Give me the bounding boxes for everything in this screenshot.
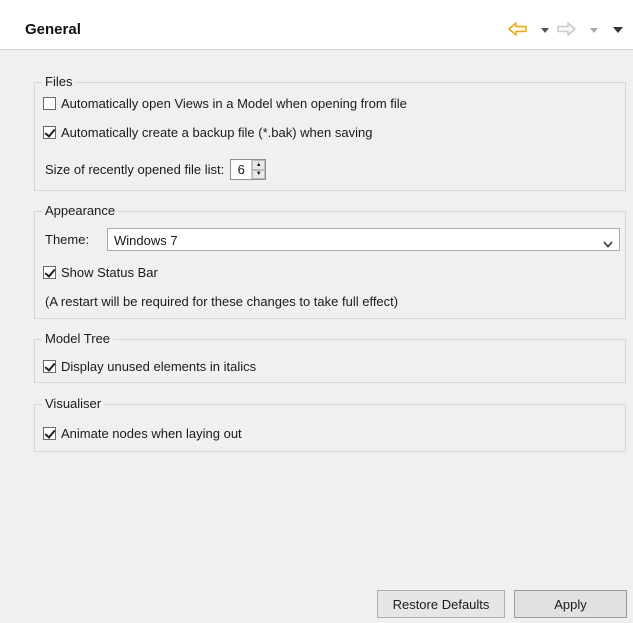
backup-checkbox[interactable]	[43, 126, 56, 139]
spinner-down-icon[interactable]: ▼	[252, 169, 266, 179]
theme-select-value: Windows 7	[114, 233, 178, 248]
restart-note: (A restart will be required for these ch…	[45, 294, 399, 309]
visualiser-legend: Visualiser	[42, 396, 105, 411]
backup-checkbox-row[interactable]: Automatically create a backup file (*.ba…	[43, 125, 372, 140]
model-tree-legend: Model Tree	[42, 331, 114, 346]
theme-label: Theme:	[45, 232, 90, 247]
spinner-up-icon[interactable]: ▲	[252, 160, 266, 170]
preference-header: General	[0, 0, 633, 50]
italics-checkbox[interactable]	[43, 360, 56, 373]
forward-arrow-icon[interactable]	[556, 22, 576, 36]
status-bar-checkbox[interactable]	[43, 266, 56, 279]
page-title: General	[25, 21, 81, 38]
animate-checkbox[interactable]	[43, 427, 56, 440]
appearance-legend: Appearance	[42, 203, 119, 218]
open-views-label: Automatically open Views in a Model when…	[61, 96, 407, 111]
recent-files-spinner[interactable]: 6 ▲ ▼	[230, 159, 267, 180]
animate-checkbox-row[interactable]: Animate nodes when laying out	[43, 426, 242, 441]
restore-defaults-button[interactable]: Restore Defaults	[377, 590, 505, 618]
status-bar-label: Show Status Bar	[61, 265, 158, 280]
forward-history-dropdown-icon[interactable]	[590, 28, 598, 33]
back-history-dropdown-icon[interactable]	[541, 28, 549, 33]
recent-files-label: Size of recently opened file list:	[45, 162, 225, 177]
chevron-down-icon[interactable]	[603, 236, 613, 251]
animate-label: Animate nodes when laying out	[61, 426, 242, 441]
recent-files-value[interactable]: 6	[231, 160, 251, 179]
files-legend: Files	[42, 74, 76, 89]
view-menu-icon[interactable]	[613, 27, 623, 33]
theme-select[interactable]: Windows 7	[107, 228, 620, 251]
open-views-checkbox-row[interactable]: Automatically open Views in a Model when…	[43, 96, 407, 111]
back-arrow-icon[interactable]	[508, 22, 528, 36]
open-views-checkbox[interactable]	[43, 97, 56, 110]
apply-button[interactable]: Apply	[514, 590, 627, 618]
backup-label: Automatically create a backup file (*.ba…	[61, 125, 373, 140]
status-bar-checkbox-row[interactable]: Show Status Bar	[43, 265, 158, 280]
italics-label: Display unused elements in italics	[61, 359, 257, 374]
recent-files-row: Size of recently opened file list: 6 ▲ ▼	[45, 159, 267, 180]
italics-checkbox-row[interactable]: Display unused elements in italics	[43, 359, 256, 374]
